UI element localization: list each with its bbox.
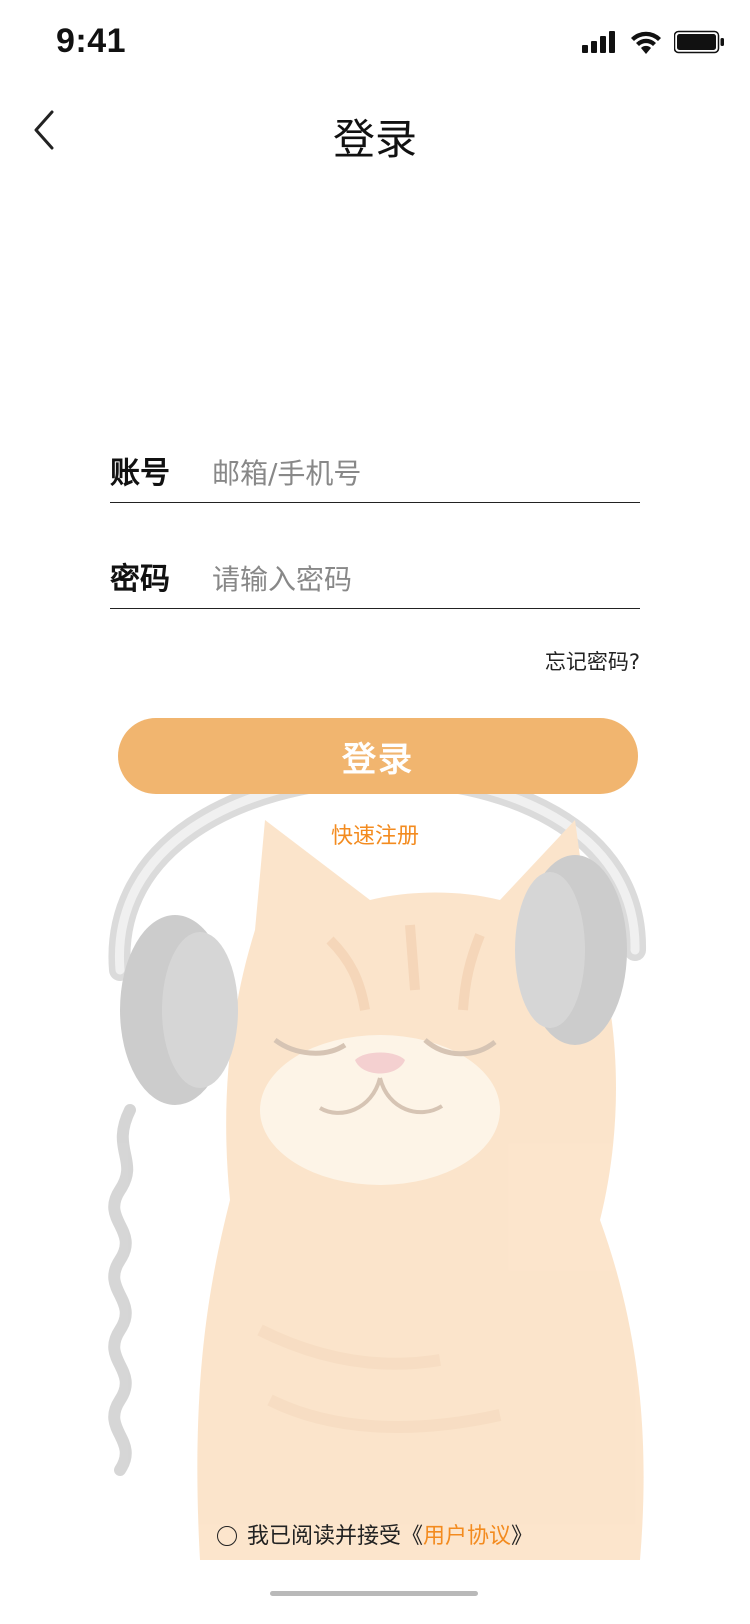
- home-indicator: [270, 1591, 478, 1596]
- wifi-icon: [631, 31, 661, 54]
- forgot-password-link[interactable]: 忘记密码?: [545, 646, 640, 676]
- account-field-row: 账号: [110, 446, 640, 503]
- cat-headphones-illustration: [108, 765, 647, 1560]
- agreement-row: 我已阅读并接受《用户协议》: [0, 1518, 750, 1550]
- status-icons: [582, 30, 726, 54]
- account-input[interactable]: [210, 450, 634, 496]
- nav-bar: 登录: [0, 88, 750, 176]
- page-title: 登录: [332, 115, 417, 164]
- battery-icon: [674, 30, 724, 54]
- password-input[interactable]: [210, 556, 634, 602]
- user-agreement-link[interactable]: 用户协议: [423, 1524, 511, 1549]
- agreement-prefix: 我已阅读并接受《: [246, 1524, 423, 1549]
- status-bar: 9:41: [0, 0, 750, 88]
- login-button[interactable]: 登录: [118, 718, 638, 794]
- quick-register-link[interactable]: 快速注册: [0, 818, 750, 850]
- password-field-row: 密码: [110, 552, 640, 609]
- agreement-suffix: 》: [511, 1524, 534, 1549]
- signal-icon: [582, 31, 615, 53]
- password-label: 密码: [110, 562, 170, 597]
- account-label: 账号: [110, 456, 170, 491]
- agreement-radio[interactable]: [216, 1526, 237, 1546]
- status-time: 9:41: [56, 22, 127, 60]
